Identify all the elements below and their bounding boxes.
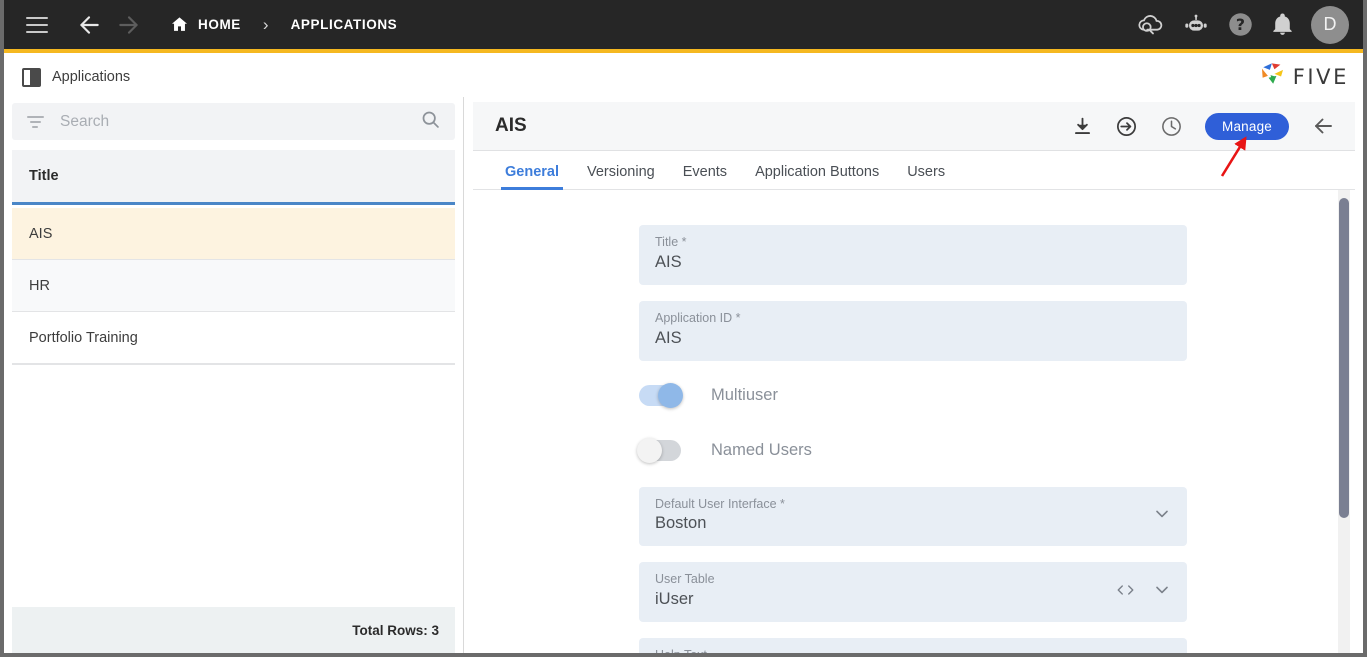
general-form-area: Title * AIS Application ID * AIS Multius… [473, 190, 1355, 653]
forward-arrow-icon[interactable] [112, 8, 146, 42]
search-icon[interactable] [420, 109, 441, 135]
module-subheader: Applications FIVE [4, 57, 1363, 97]
top-navigation-bar: HOME › APPLICATIONS [4, 0, 1363, 53]
close-back-arrow-icon[interactable] [1311, 114, 1335, 138]
detail-header-actions: Manage [1072, 113, 1335, 140]
total-rows-label: Total Rows: 3 [352, 623, 439, 638]
notifications-bell-icon[interactable] [1270, 12, 1295, 37]
history-clock-icon[interactable] [1160, 115, 1183, 138]
brand-logo: FIVE [1259, 62, 1349, 92]
cell-title: HR [29, 278, 50, 294]
filter-icon[interactable] [26, 116, 44, 128]
breadcrumb-separator-icon: › [263, 16, 269, 33]
multiuser-toggle-label: Multiuser [711, 386, 778, 405]
table-row[interactable]: HR [12, 260, 455, 312]
grid-body: AIS HR Portfolio Training [12, 208, 455, 606]
default-user-interface-label: Default User Interface * [655, 496, 1171, 513]
default-user-interface-adornments [1152, 504, 1172, 529]
application-id-field[interactable]: Application ID * AIS [639, 301, 1187, 361]
grid-empty-space [12, 364, 455, 365]
grid-header-row: Title [12, 150, 455, 205]
svg-text:?: ? [1236, 15, 1245, 34]
named-users-toggle[interactable] [639, 440, 681, 461]
module-title: Applications [52, 69, 130, 85]
application-detail-panel: AIS Manage General Versioning Eve [465, 97, 1363, 653]
default-user-interface-value: Boston [655, 512, 1171, 536]
named-users-toggle-label: Named Users [711, 441, 812, 460]
user-avatar[interactable]: D [1311, 6, 1349, 44]
cell-title: AIS [29, 226, 52, 242]
scrollbar-thumb[interactable] [1339, 198, 1349, 518]
home-icon[interactable] [170, 15, 189, 34]
applications-list-panel: Title AIS HR Portfolio Training Total Ro… [4, 97, 464, 653]
application-id-field-value: AIS [655, 327, 1171, 351]
detail-header: AIS Manage [473, 102, 1355, 151]
deploy-arrow-icon[interactable] [1115, 115, 1138, 138]
back-arrow-icon[interactable] [72, 8, 106, 42]
breadcrumb: HOME › APPLICATIONS [170, 15, 397, 34]
user-table-adornments [1115, 580, 1172, 605]
chevron-down-icon[interactable] [1152, 580, 1172, 605]
manage-button[interactable]: Manage [1205, 113, 1289, 140]
five-pinwheel-logo-icon [1259, 62, 1286, 92]
chatbot-icon[interactable] [1181, 10, 1211, 40]
user-table-value: iUser [655, 588, 1171, 612]
help-text-field[interactable]: Help Text Click to add [639, 638, 1187, 653]
multiuser-toggle-row: Multiuser [639, 377, 1355, 414]
search-input[interactable] [60, 113, 420, 131]
tab-users[interactable]: Users [893, 164, 959, 189]
breadcrumb-item-applications[interactable]: APPLICATIONS [291, 17, 398, 32]
cell-title: Portfolio Training [29, 330, 138, 346]
tab-general[interactable]: General [491, 164, 573, 189]
brand-name: FIVE [1293, 65, 1349, 89]
user-table-label: User Table [655, 571, 1171, 588]
vertical-scrollbar[interactable] [1338, 190, 1350, 653]
cloud-search-icon[interactable] [1135, 10, 1165, 40]
grid-footer: Total Rows: 3 [12, 607, 455, 653]
tab-versioning[interactable]: Versioning [573, 164, 669, 189]
breadcrumb-item-home[interactable]: HOME [198, 17, 241, 32]
detail-tabs: General Versioning Events Application Bu… [473, 151, 1355, 190]
download-icon[interactable] [1072, 116, 1093, 137]
application-window: HOME › APPLICATIONS [0, 0, 1367, 657]
table-row[interactable]: AIS [12, 208, 455, 260]
toggle-knob [658, 383, 683, 408]
toggle-knob [637, 438, 662, 463]
title-field[interactable]: Title * AIS [639, 225, 1187, 285]
top-bar-actions: ? D [1135, 6, 1349, 44]
tab-events[interactable]: Events [669, 164, 741, 189]
help-icon[interactable]: ? [1227, 11, 1254, 38]
help-text-label: Help Text [655, 647, 1171, 653]
tab-application-buttons[interactable]: Application Buttons [741, 164, 893, 189]
named-users-toggle-row: Named Users [639, 432, 1355, 469]
form-fields: Title * AIS Application ID * AIS Multius… [473, 190, 1355, 653]
title-field-value: AIS [655, 251, 1171, 275]
search-bar[interactable] [12, 103, 455, 140]
panel-layout-icon [22, 68, 41, 87]
column-header-title[interactable]: Title [29, 168, 59, 184]
hamburger-menu-icon[interactable] [26, 17, 48, 33]
page-title: AIS [495, 115, 527, 137]
table-row[interactable]: Portfolio Training [12, 312, 455, 364]
chevron-down-icon[interactable] [1152, 504, 1172, 529]
title-field-label: Title * [655, 234, 1171, 251]
code-brackets-icon[interactable] [1115, 580, 1136, 604]
user-table-select[interactable]: User Table iUser [639, 562, 1187, 622]
default-user-interface-select[interactable]: Default User Interface * Boston [639, 487, 1187, 547]
multiuser-toggle[interactable] [639, 385, 681, 406]
application-id-field-label: Application ID * [655, 310, 1171, 327]
